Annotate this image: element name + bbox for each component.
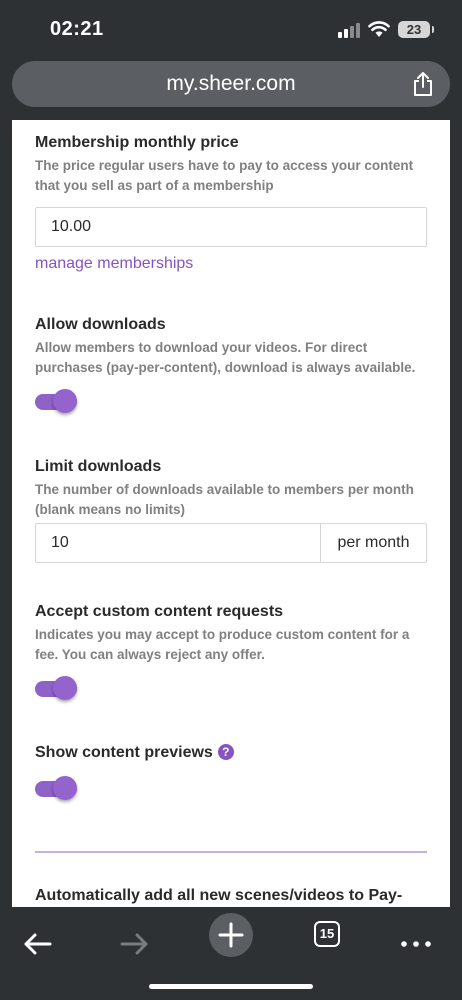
content-previews-title-row: Show content previews? bbox=[35, 744, 427, 762]
signal-icon bbox=[338, 22, 362, 38]
limit-downloads-section: Limit downloads The number of downloads … bbox=[35, 458, 427, 520]
allow-downloads-description: Allow members to download your videos. F… bbox=[35, 340, 416, 375]
settings-panel: Membership monthly price The price regul… bbox=[12, 120, 450, 907]
limit-downloads-input-group: 10 per month bbox=[35, 523, 427, 563]
more-icon[interactable] bbox=[394, 917, 438, 965]
auto-add-section: Automatically add all new scenes/videos … bbox=[35, 887, 427, 905]
custom-requests-title: Accept custom content requests bbox=[35, 603, 284, 620]
content-previews-toggle[interactable] bbox=[35, 773, 79, 803]
plus-icon bbox=[218, 922, 244, 948]
custom-requests-toggle[interactable] bbox=[35, 673, 79, 703]
question-icon[interactable]: ? bbox=[217, 744, 234, 760]
per-month-addon: per month bbox=[320, 524, 426, 562]
status-time: 02:21 bbox=[50, 18, 104, 40]
new-tab-button[interactable] bbox=[209, 913, 253, 957]
content-previews-title: Show content previews bbox=[35, 744, 213, 761]
custom-requests-description: Indicates you may accept to produce cust… bbox=[35, 627, 410, 662]
allow-downloads-toggle[interactable] bbox=[35, 386, 79, 416]
back-arrow-icon[interactable] bbox=[16, 917, 60, 965]
status-bar: 02:21 23 bbox=[0, 0, 462, 58]
limit-downloads-description: The number of downloads available to mem… bbox=[35, 482, 414, 517]
allow-downloads-section: Allow downloads Allow members to downloa… bbox=[35, 316, 427, 378]
membership-price-title: Membership monthly price bbox=[35, 134, 239, 151]
membership-price-description: The price regular users have to pay to a… bbox=[35, 158, 414, 193]
limit-downloads-input[interactable]: 10 bbox=[36, 524, 320, 562]
forward-arrow-icon[interactable] bbox=[112, 917, 156, 965]
membership-price-section: Membership monthly price The price regul… bbox=[35, 134, 427, 196]
allow-downloads-title: Allow downloads bbox=[35, 316, 166, 333]
battery-icon: 23 bbox=[398, 21, 434, 38]
home-indicator bbox=[149, 984, 313, 989]
share-icon[interactable] bbox=[412, 71, 434, 97]
custom-requests-section: Accept custom content requests Indicates… bbox=[35, 603, 427, 665]
auto-add-title: Automatically add all new scenes/videos … bbox=[35, 887, 403, 904]
membership-price-input[interactable]: 10.00 bbox=[35, 207, 427, 247]
url-text[interactable]: my.sheer.com bbox=[12, 72, 450, 96]
address-bar[interactable]: my.sheer.com bbox=[12, 61, 450, 107]
wifi-icon bbox=[368, 21, 390, 37]
divider bbox=[35, 851, 427, 853]
content-previews-section: Show content previews? bbox=[35, 744, 427, 762]
tabs-button[interactable]: 15 bbox=[314, 921, 340, 947]
manage-memberships-link[interactable]: manage memberships bbox=[35, 255, 193, 273]
limit-downloads-title: Limit downloads bbox=[35, 458, 162, 475]
